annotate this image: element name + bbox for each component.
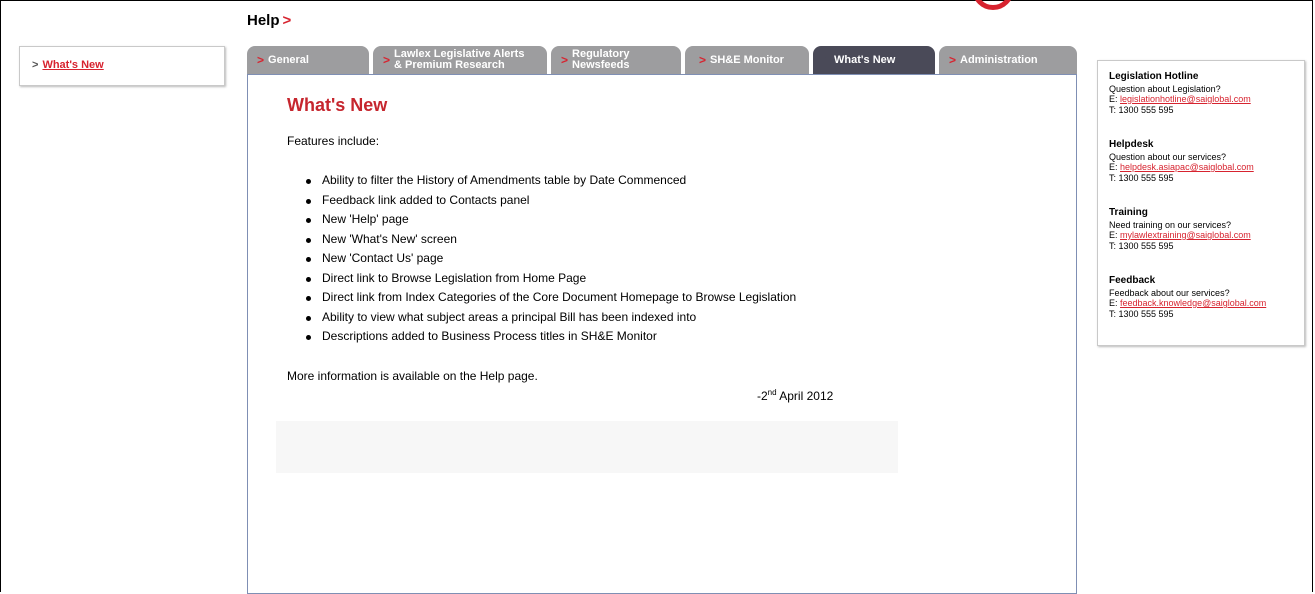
tab-she-monitor[interactable]: > SH&E Monitor: [685, 46, 809, 74]
chevron-right-icon: >: [32, 59, 39, 71]
content-title: What's New: [287, 95, 388, 115]
contact-email-link[interactable]: legislationhotline@saiglobal.com: [1120, 94, 1251, 104]
tab-label: What's New: [834, 53, 896, 66]
list-item: Ability to view what subject areas a pri…: [304, 308, 796, 328]
tab-administration[interactable]: > Administration: [939, 46, 1077, 74]
list-item: New 'What's New' screen: [304, 230, 796, 250]
email-prefix: E:: [1109, 162, 1121, 172]
tab-label: Lawlex Legislative Alerts & Premium Rese…: [394, 48, 525, 71]
contact-email-link[interactable]: helpdesk.asiapac@saiglobal.com: [1120, 162, 1254, 172]
contact-email-line: E: legislationhotline@saiglobal.com: [1109, 94, 1251, 105]
date-suffix: nd: [767, 388, 777, 397]
tab-bar: > General > Lawlex Legislative Alerts & …: [247, 46, 1077, 76]
list-item: Direct link from Index Categories of the…: [304, 288, 796, 308]
list-item: Feedback link added to Contacts panel: [304, 191, 796, 211]
contact-email-link[interactable]: feedback.knowledge@saiglobal.com: [1120, 298, 1266, 308]
email-prefix: E:: [1109, 230, 1121, 240]
email-prefix: E:: [1109, 298, 1121, 308]
contact-helpdesk: Helpdesk Question about our services? E:…: [1109, 139, 1254, 183]
contact-question: Question about our services?: [1109, 151, 1227, 162]
list-item: Descriptions added to Business Process t…: [304, 327, 796, 347]
contact-email-line: E: helpdesk.asiapac@saiglobal.com: [1109, 162, 1254, 173]
contacts-panel: Legislation Hotline Question about Legis…: [1097, 60, 1305, 346]
contact-title: Training: [1109, 207, 1148, 218]
list-item: New 'Help' page: [304, 210, 796, 230]
content-panel: What's New Features include: Ability to …: [247, 74, 1077, 594]
tab-regulatory-newsfeeds[interactable]: > Regulatory Newsfeeds: [551, 46, 681, 74]
contact-phone: T: 1300 555 595: [1109, 104, 1174, 115]
sidebar-item-whats-new[interactable]: > What's New: [32, 59, 104, 71]
tab-general[interactable]: > General: [247, 46, 369, 74]
release-date: -2nd April 2012: [757, 388, 834, 404]
page-title-text: Help: [247, 12, 280, 29]
chevron-right-icon: >: [699, 53, 707, 67]
contact-email-link[interactable]: mylawlextraining@saiglobal.com: [1120, 230, 1251, 240]
content-footer-band: [276, 421, 898, 473]
contact-question: Feedback about our services?: [1109, 287, 1230, 298]
tab-whats-new[interactable]: > What's New: [813, 46, 935, 74]
tab-label: General: [268, 53, 309, 66]
logo-ring-icon: [972, 0, 1014, 10]
list-item: Ability to filter the History of Amendme…: [304, 171, 796, 191]
chevron-right-icon: >: [383, 53, 391, 67]
contact-phone: T: 1300 555 595: [1109, 240, 1174, 251]
tab-label: Regulatory Newsfeeds: [572, 48, 630, 71]
contact-title: Feedback: [1109, 275, 1156, 286]
date-prefix: -2: [757, 389, 768, 403]
tab-lawlex-alerts[interactable]: > Lawlex Legislative Alerts & Premium Re…: [373, 46, 547, 74]
page-title-arrow: >: [282, 12, 292, 29]
page-title: Help >: [247, 12, 291, 29]
date-rest: April 2012: [776, 389, 834, 403]
contact-question: Need training on our services?: [1109, 219, 1232, 230]
chevron-right-icon: >: [949, 53, 957, 67]
contact-question: Question about Legislation?: [1109, 83, 1221, 94]
contact-email-line: E: feedback.knowledge@saiglobal.com: [1109, 298, 1266, 309]
email-prefix: E:: [1109, 94, 1121, 104]
chevron-right-icon: >: [257, 53, 265, 67]
contact-training: Training Need training on our services? …: [1109, 207, 1251, 251]
list-item: Direct link to Browse Legislation from H…: [304, 269, 796, 289]
chevron-right-icon: >: [823, 53, 831, 67]
more-info-text: More information is available on the Hel…: [287, 369, 538, 383]
tab-label: SH&E Monitor: [710, 53, 784, 66]
sidebar: > What's New: [19, 46, 225, 86]
contact-phone: T: 1300 555 595: [1109, 308, 1174, 319]
contact-email-line: E: mylawlextraining@saiglobal.com: [1109, 230, 1251, 241]
tab-label: Administration: [960, 53, 1038, 66]
feature-list: Ability to filter the History of Amendme…: [287, 171, 796, 347]
sidebar-item-label[interactable]: What's New: [42, 59, 103, 71]
brand-logo[interactable]: [972, 0, 1018, 14]
contact-feedback: Feedback Feedback about our services? E:…: [1109, 275, 1266, 319]
intro-text: Features include:: [287, 134, 380, 148]
contact-phone: T: 1300 555 595: [1109, 172, 1174, 183]
contact-title: Legislation Hotline: [1109, 71, 1199, 82]
list-item: New 'Contact Us' page: [304, 249, 796, 269]
chevron-right-icon: >: [561, 53, 569, 67]
contact-title: Helpdesk: [1109, 139, 1154, 150]
contact-legislation-hotline: Legislation Hotline Question about Legis…: [1109, 71, 1251, 115]
